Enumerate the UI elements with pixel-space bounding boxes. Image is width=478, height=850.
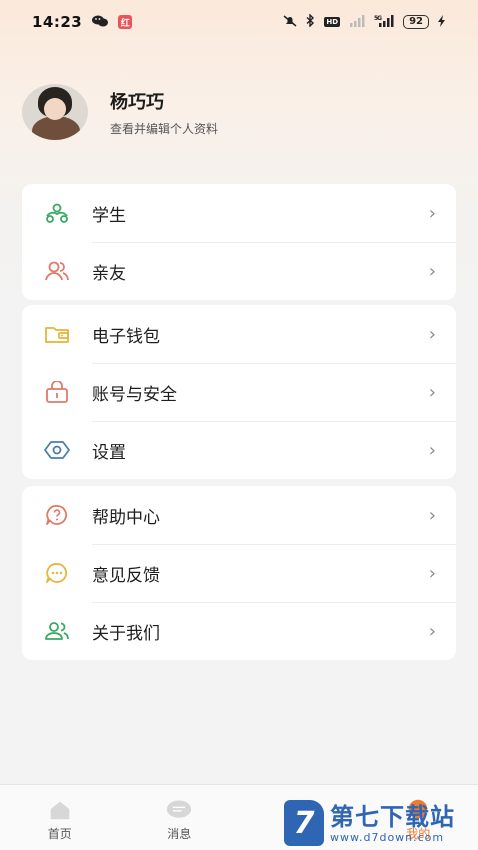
chevron-right-icon: › [428,562,436,584]
tab-home[interactable]: 首页 [0,785,120,850]
menu-item-feedback[interactable]: 意见反馈 › [22,544,456,602]
status-time: 14:23 [32,13,83,31]
chevron-right-icon: › [428,439,436,461]
watermark-url: www.d7down.com [330,830,445,844]
menu-group-support: 帮助中心 › 意见反馈 › 关于我们 › [22,486,456,660]
status-right: HD 5G 92 [283,13,446,30]
chevron-right-icon: › [428,260,436,282]
message-icon [166,799,192,821]
menu-item-label: 关于我们 [92,623,160,644]
menu-item-label: 帮助中心 [92,507,160,528]
profile-text: 杨巧巧 查看并编辑个人资料 [110,88,218,137]
edit-profile-link[interactable]: 查看并编辑个人资料 [110,120,218,137]
watermark-title: 第七下载站 [330,802,455,831]
tab-label: 消息 [167,827,192,841]
chevron-right-icon: › [428,381,436,403]
profile-header[interactable]: 杨巧巧 查看并编辑个人资料 [22,84,218,140]
chevron-right-icon: › [428,620,436,642]
app-notification-icon: 红 [118,15,133,29]
chevron-right-icon: › [428,504,436,526]
svg-text:5G: 5G [374,15,382,22]
watermark-text: 第七下载站 www.d7down.com [330,803,455,844]
watermark-logo-mark: 7 [284,800,324,846]
status-bar: 14:23 红 HD 5G 92 [0,0,478,44]
menu-item-label: 设置 [92,442,126,463]
menu-item-about-us[interactable]: 关于我们 › [22,602,456,660]
menu-group-people: 学生 › 亲友 › [22,184,456,300]
menu-group-account: 电子钱包 › 账号与安全 › 设置 › [22,305,456,479]
charging-icon [438,14,446,30]
menu-item-settings[interactable]: 设置 › [22,421,456,479]
wechat-icon [92,15,109,30]
hd-badge: HD [324,17,341,27]
menu-item-label: 学生 [92,205,126,226]
menu-item-wallet[interactable]: 电子钱包 › [22,305,456,363]
menu-item-label: 电子钱包 [92,326,160,347]
lock-icon [44,379,70,405]
wallet-icon [44,321,70,347]
mute-icon [283,14,297,30]
avatar[interactable] [22,84,88,140]
menu-item-label: 意见反馈 [92,565,160,586]
watermark-logo: 7 第七下载站 www.d7down.com [284,796,478,850]
battery-indicator: 92 [403,15,429,29]
status-left: 14:23 红 [32,13,133,31]
menu-item-friends[interactable]: 亲友 › [22,242,456,300]
friends-icon [44,258,70,284]
menu-item-help-center[interactable]: 帮助中心 › [22,486,456,544]
menu-item-label: 亲友 [92,263,126,284]
bluetooth-icon [306,13,315,30]
tab-label: 首页 [47,827,72,841]
profile-name: 杨巧巧 [110,91,164,113]
home-icon [47,799,73,821]
signal-sim1-icon [349,14,365,30]
help-icon [44,502,70,528]
chevron-right-icon: › [428,323,436,345]
signal-5g-icon: 5G [374,14,394,30]
tab-messages[interactable]: 消息 [120,785,240,850]
menu-item-account-security[interactable]: 账号与安全 › [22,363,456,421]
chevron-right-icon: › [428,202,436,224]
student-icon [44,200,70,226]
eye-settings-icon [44,437,70,463]
feedback-icon [44,560,70,586]
menu-item-student[interactable]: 学生 › [22,184,456,242]
menu-item-label: 账号与安全 [92,384,177,405]
about-us-icon [44,618,70,644]
